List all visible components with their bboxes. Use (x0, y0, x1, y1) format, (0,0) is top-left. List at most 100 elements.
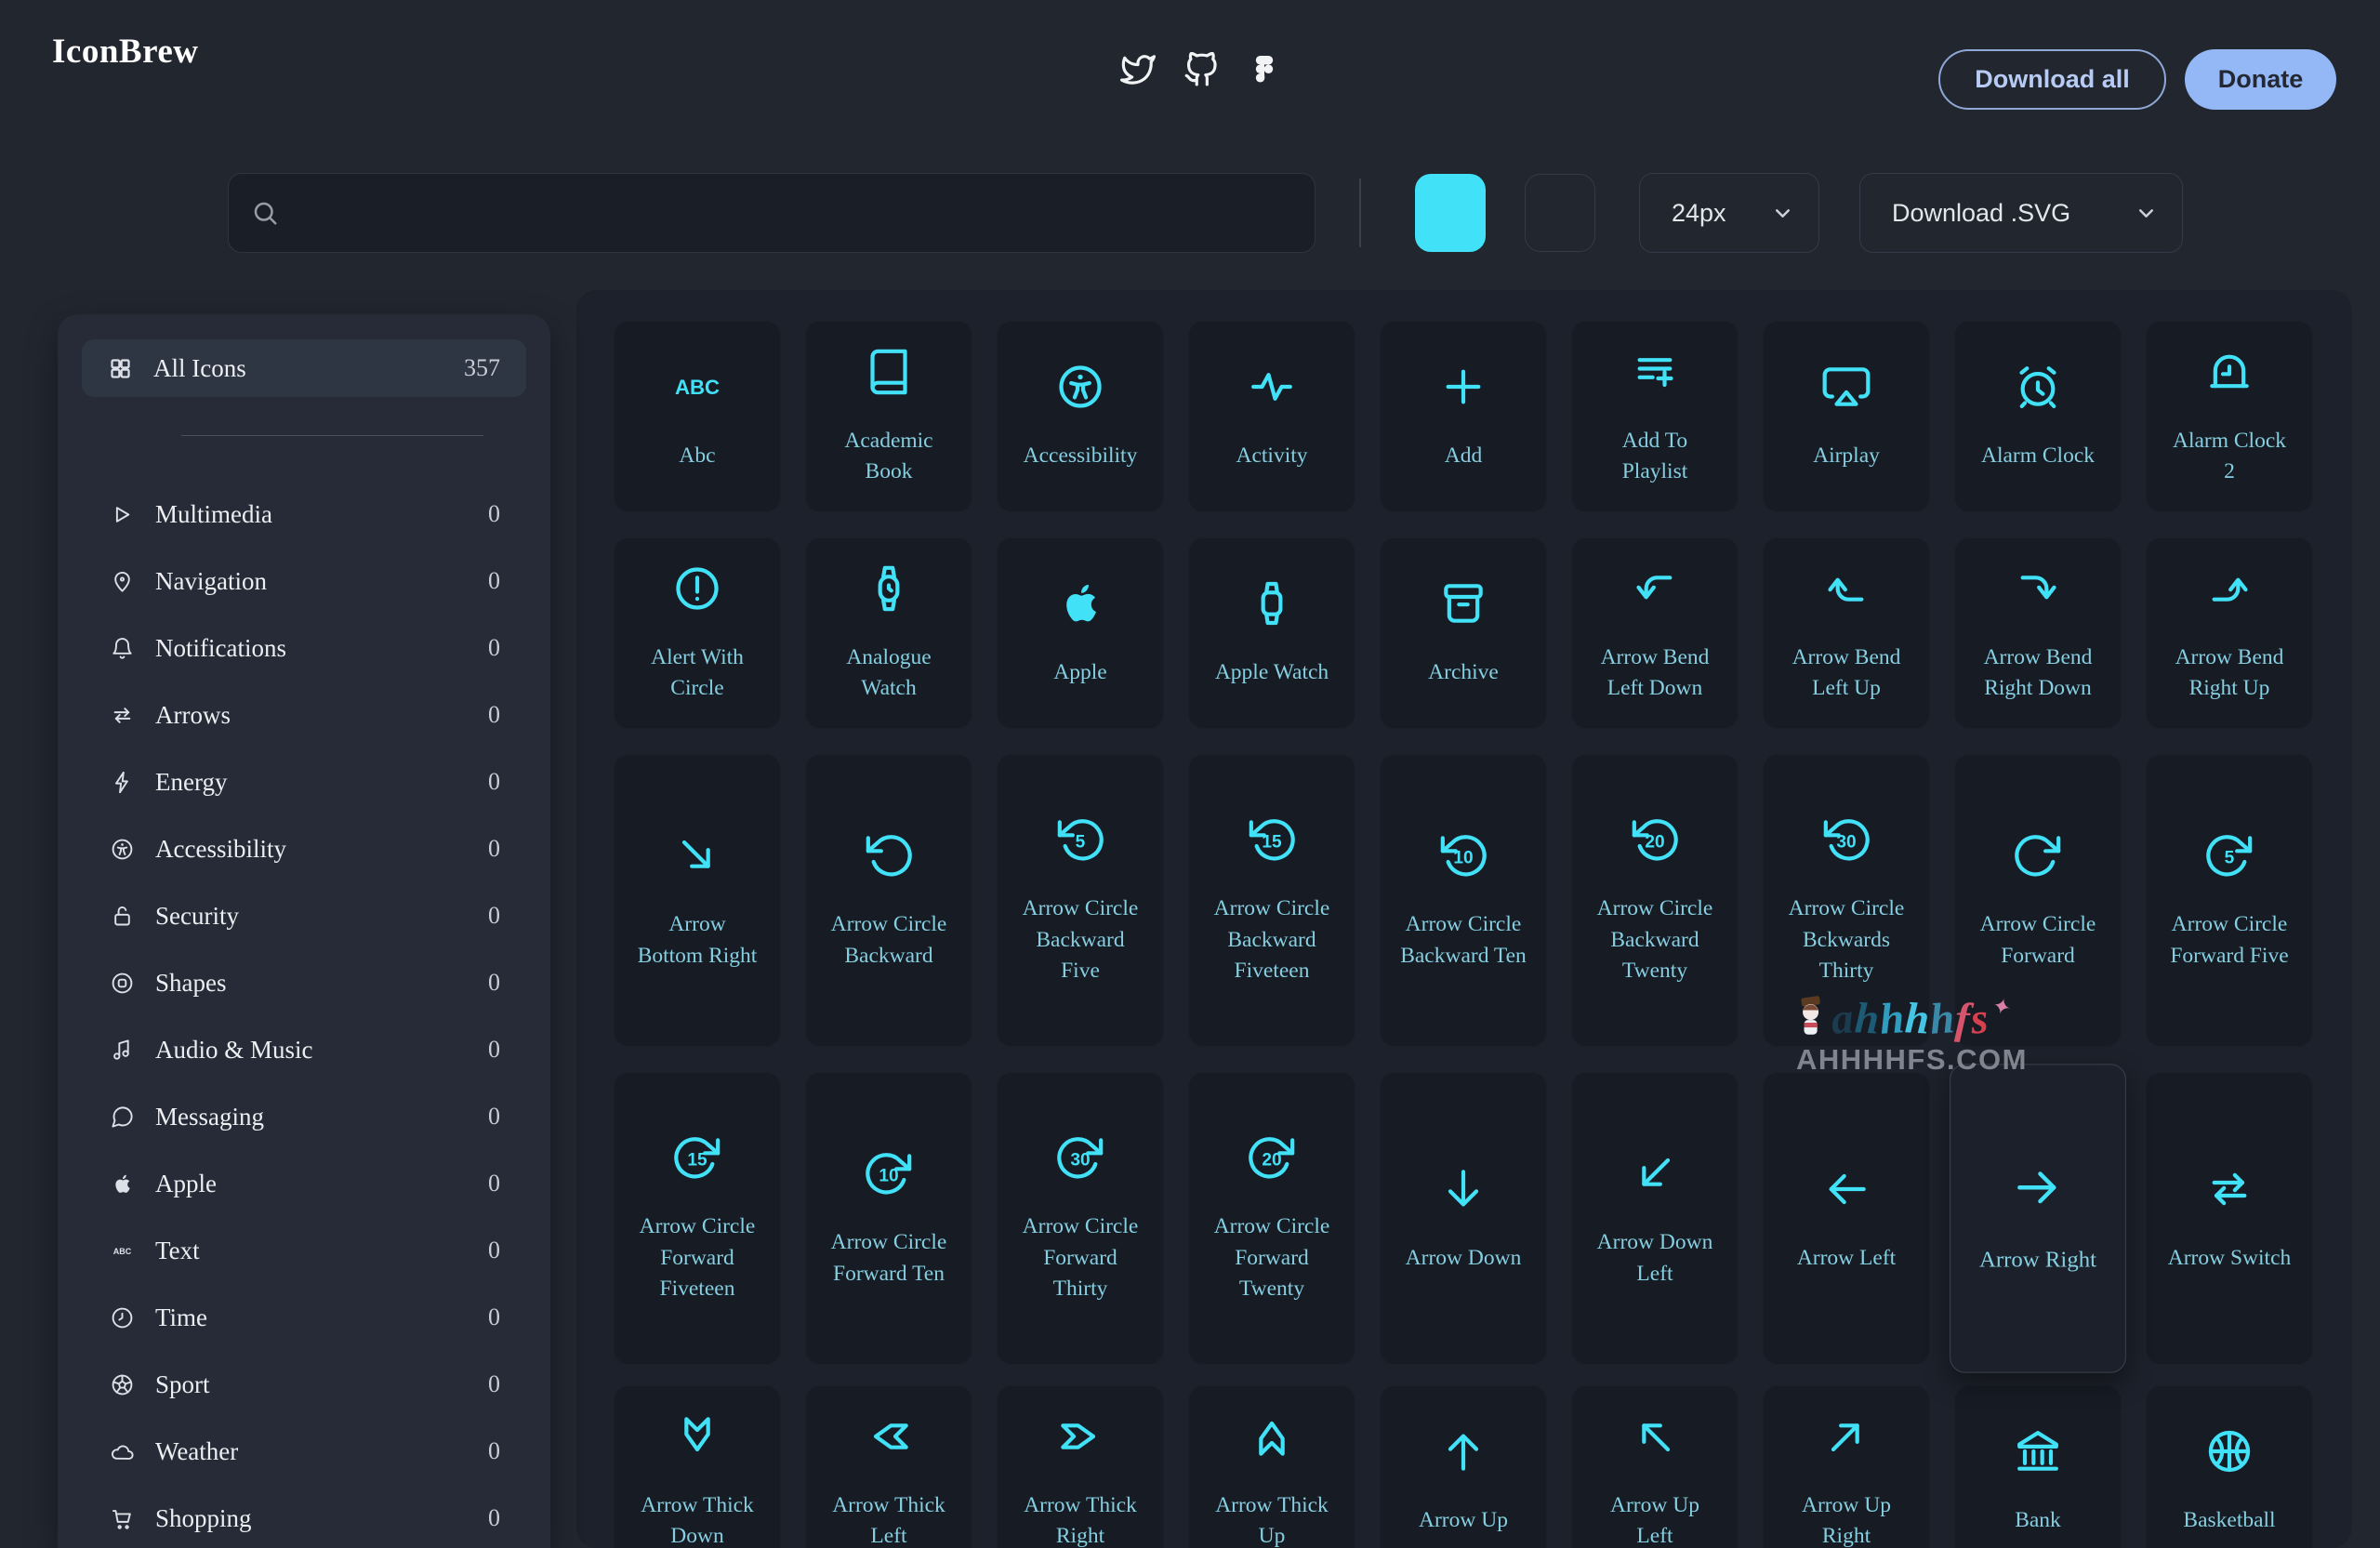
icon-card-arrow-up[interactable]: Arrow Up (1380, 1385, 1547, 1548)
icon-card-arrow-bend-right-down[interactable]: Arrow Bend Right Down (1954, 537, 2122, 729)
security-icon (110, 904, 135, 929)
sidebar-item-shapes[interactable]: Shapes0 (58, 949, 550, 1016)
icon-card-apple[interactable]: Apple (997, 537, 1164, 729)
search-box[interactable] (228, 173, 1316, 253)
sidebar-item-count: 0 (488, 701, 500, 729)
sidebar-item-label: Multimedia (155, 500, 468, 529)
icon-card-label: Arrow Up Right (1783, 1490, 1910, 1548)
icon-card-arrow-thick-up[interactable]: Arrow Thick Up (1188, 1385, 1355, 1548)
sidebar-item-navigation[interactable]: Navigation0 (58, 548, 550, 615)
icon-card-label: Arrow Circle Backward Twenty (1592, 893, 1718, 986)
icon-card-arrow-circle-bckwards-thirty[interactable]: 30Arrow Circle Bckwards Thirty (1763, 754, 1930, 1047)
sidebar-item-messaging[interactable]: Messaging0 (58, 1083, 550, 1150)
icon-card-arrow-circle-backward-ten[interactable]: 10Arrow Circle Backward Ten (1380, 754, 1547, 1047)
icon-card-arrow-bottom-right[interactable]: Arrow Bottom Right (614, 754, 781, 1047)
download-format-select[interactable]: Download .SVG (1859, 173, 2183, 253)
figma-icon[interactable] (1247, 52, 1282, 87)
sidebar-item-weather[interactable]: Weather0 (58, 1418, 550, 1485)
social-links (1120, 52, 1282, 87)
icon-size-select[interactable]: 24px (1639, 173, 1819, 253)
icon-card-analogue-watch[interactable]: Analogue Watch (805, 537, 972, 729)
icon-card-label: Alert With Circle (634, 642, 760, 705)
basketball-icon (2203, 1425, 2255, 1477)
sidebar-item-accessibility[interactable]: Accessibility0 (58, 815, 550, 882)
icon-card-apple-watch[interactable]: Apple Watch (1188, 537, 1355, 729)
github-icon[interactable] (1183, 52, 1219, 87)
icon-card-arrow-up-right[interactable]: Arrow Up Right (1763, 1385, 1930, 1548)
thick-right-icon (1054, 1410, 1106, 1462)
icon-card-arrow-thick-right[interactable]: Arrow Thick Right (997, 1385, 1164, 1548)
icon-card-add[interactable]: Add (1380, 321, 1547, 512)
icon-card-arrow-thick-left[interactable]: Arrow Thick Left (805, 1385, 972, 1548)
icon-card-arrow-circle-backward-fiveteen[interactable]: 15Arrow Circle Backward Fiveteen (1188, 754, 1355, 1047)
icon-card-academic-book[interactable]: Academic Book (805, 321, 972, 512)
icon-card-arrow-circle-forward-fiveteen[interactable]: 15Arrow Circle Forward Fiveteen (614, 1072, 781, 1365)
icon-card-activity[interactable]: Activity (1188, 321, 1355, 512)
sidebar-item-sport[interactable]: Sport0 (58, 1351, 550, 1418)
icon-grid-row: Alert With Circle Analogue WatchAppleAppl… (614, 537, 2313, 729)
icon-card-abc[interactable]: ABCAbc (614, 321, 781, 512)
sport-icon (110, 1372, 135, 1397)
sidebar-item-arrows[interactable]: Arrows0 (58, 681, 550, 748)
icon-card-arrow-circle-forward-thirty[interactable]: 30Arrow Circle Forward Thirty (997, 1072, 1164, 1365)
icon-card-accessibility[interactable]: Accessibility (997, 321, 1164, 512)
sidebar-item-text[interactable]: ABCText0 (58, 1217, 550, 1284)
icon-card-arrow-circle-backward-five[interactable]: 5Arrow Circle Backward Five (997, 754, 1164, 1047)
icon-card-arrow-switch[interactable]: Arrow Switch (2146, 1072, 2313, 1365)
icon-card-basketball[interactable]: Basketball (2146, 1385, 2313, 1548)
sidebar-item-shopping[interactable]: Shopping0 (58, 1485, 550, 1548)
icon-card-alert-with-circle[interactable]: Alert With Circle (614, 537, 781, 729)
sidebar-item-audio-music[interactable]: Audio & Music0 (58, 1016, 550, 1083)
add-to-playlist-icon (1629, 346, 1681, 398)
rotate-cw-icon: 30 (1054, 1131, 1106, 1184)
icon-card-archive[interactable]: Archive (1380, 537, 1547, 729)
academic-book-icon (863, 346, 915, 398)
sidebar-item-security[interactable]: Security0 (58, 882, 550, 949)
sidebar-item-count: 0 (488, 969, 500, 997)
color-swatch-accent[interactable] (1415, 174, 1486, 252)
twitter-icon[interactable] (1120, 52, 1156, 87)
icon-card-arrow-circle-backward[interactable]: Arrow Circle Backward (805, 754, 972, 1047)
download-all-button[interactable]: Download all (1938, 49, 2166, 110)
rotate-ccw-icon: 5 (1054, 814, 1106, 866)
sidebar-item-label: Navigation (155, 567, 468, 596)
icon-card-arrow-circle-backward-twenty[interactable]: 20Arrow Circle Backward Twenty (1571, 754, 1739, 1047)
icon-card-arrow-down[interactable]: Arrow Down (1380, 1072, 1547, 1365)
icon-card-label: Arrow Thick Left (826, 1490, 952, 1548)
icon-card-arrow-left[interactable]: Arrow Left (1763, 1072, 1930, 1365)
icon-card-alarm-clock-2[interactable]: Alarm Clock 2 (2146, 321, 2313, 512)
sidebar-item-label: Text (155, 1237, 468, 1265)
icon-card-arrow-thick-down[interactable]: Arrow Thick Down (614, 1385, 781, 1548)
sidebar-item-multimedia[interactable]: Multimedia0 (58, 481, 550, 548)
icon-card-label: Arrow Up Left (1592, 1490, 1718, 1548)
rotate-cw-icon: 5 (2203, 829, 2255, 881)
color-swatch-empty[interactable] (1525, 174, 1595, 252)
icon-card-arrow-circle-forward-five[interactable]: 5Arrow Circle Forward Five (2146, 754, 2313, 1047)
arrow-left-icon (1820, 1163, 1872, 1215)
donate-button[interactable]: Donate (2185, 49, 2336, 110)
sidebar-item-time[interactable]: Time0 (58, 1284, 550, 1351)
sidebar-item-count: 0 (488, 1237, 500, 1264)
search-input[interactable] (294, 174, 1292, 252)
icon-card-arrow-down-left[interactable]: Arrow Down Left (1571, 1072, 1739, 1365)
icon-card-add-to-playlist[interactable]: Add To Playlist (1571, 321, 1739, 512)
sidebar-item-apple[interactable]: Apple0 (58, 1150, 550, 1217)
icon-card-alarm-clock[interactable]: Alarm Clock (1954, 321, 2122, 512)
icon-card-bank[interactable]: Bank (1954, 1385, 2122, 1548)
icon-card-arrow-bend-right-up[interactable]: Arrow Bend Right Up (2146, 537, 2313, 729)
icon-card-arrow-up-left[interactable]: Arrow Up Left (1571, 1385, 1739, 1548)
sidebar-item-notifications[interactable]: Notifications0 (58, 615, 550, 681)
icon-card-arrow-bend-left-down[interactable]: Arrow Bend Left Down (1571, 537, 1739, 729)
icon-card-arrow-right[interactable]: Arrow Right (1950, 1064, 2126, 1372)
icon-card-arrow-circle-forward[interactable]: Arrow Circle Forward (1954, 754, 2122, 1047)
sidebar-item-all-icons[interactable]: All Icons 357 (82, 339, 526, 397)
arrow-switch-icon (2203, 1163, 2255, 1215)
sidebar-item-energy[interactable]: Energy0 (58, 748, 550, 815)
sidebar-item-label: Messaging (155, 1103, 468, 1131)
bend-left-down-icon (1629, 562, 1681, 615)
icon-card-arrow-circle-forward-ten[interactable]: 10Arrow Circle Forward Ten (805, 1072, 972, 1365)
icon-card-arrow-circle-forward-twenty[interactable]: 20Arrow Circle Forward Twenty (1188, 1072, 1355, 1365)
analogue-watch-icon (863, 562, 915, 615)
icon-card-airplay[interactable]: Airplay (1763, 321, 1930, 512)
icon-card-arrow-bend-left-up[interactable]: Arrow Bend Left Up (1763, 537, 1930, 729)
